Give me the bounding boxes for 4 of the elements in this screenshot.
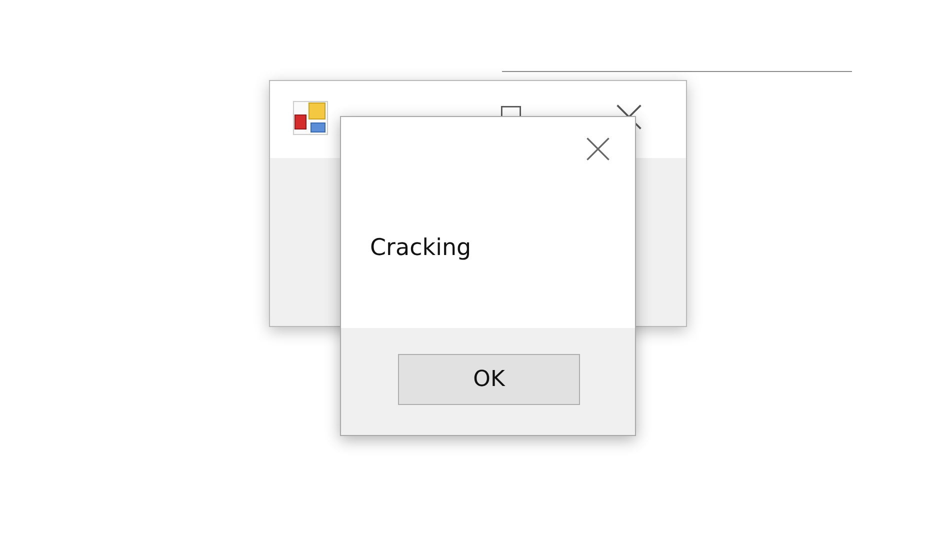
close-icon[interactable] bbox=[586, 137, 610, 161]
message-text: Cracking bbox=[370, 235, 472, 261]
app-icon bbox=[293, 101, 328, 135]
ok-button[interactable]: OK bbox=[398, 354, 580, 405]
